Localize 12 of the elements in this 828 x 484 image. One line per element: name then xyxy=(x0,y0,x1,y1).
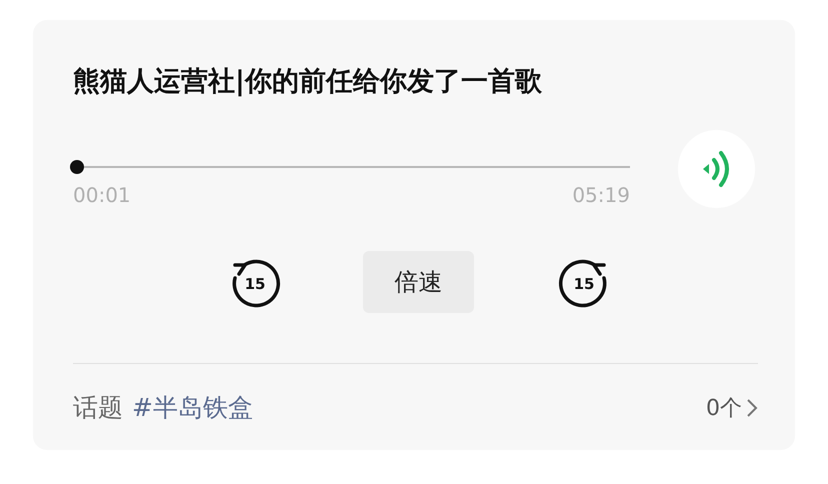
progress-thumb[interactable] xyxy=(70,160,84,174)
chevron-right-icon xyxy=(746,398,758,418)
forward-button[interactable]: 15 xyxy=(558,256,610,308)
episode-title: 熊猫人运营社|你的前任给你发了一首歌 xyxy=(73,65,543,99)
total-time: 05:19 xyxy=(572,182,630,208)
elapsed-time: 00:01 xyxy=(73,182,131,208)
topic-link[interactable]: #半岛铁盒 xyxy=(132,391,253,425)
sound-waves-icon xyxy=(701,150,732,188)
rewind-button[interactable]: 15 xyxy=(229,256,281,308)
topic-count-link[interactable]: 0个 xyxy=(706,392,758,424)
speed-button[interactable]: 倍速 xyxy=(363,251,474,313)
topic-label: 话题 xyxy=(73,392,123,424)
